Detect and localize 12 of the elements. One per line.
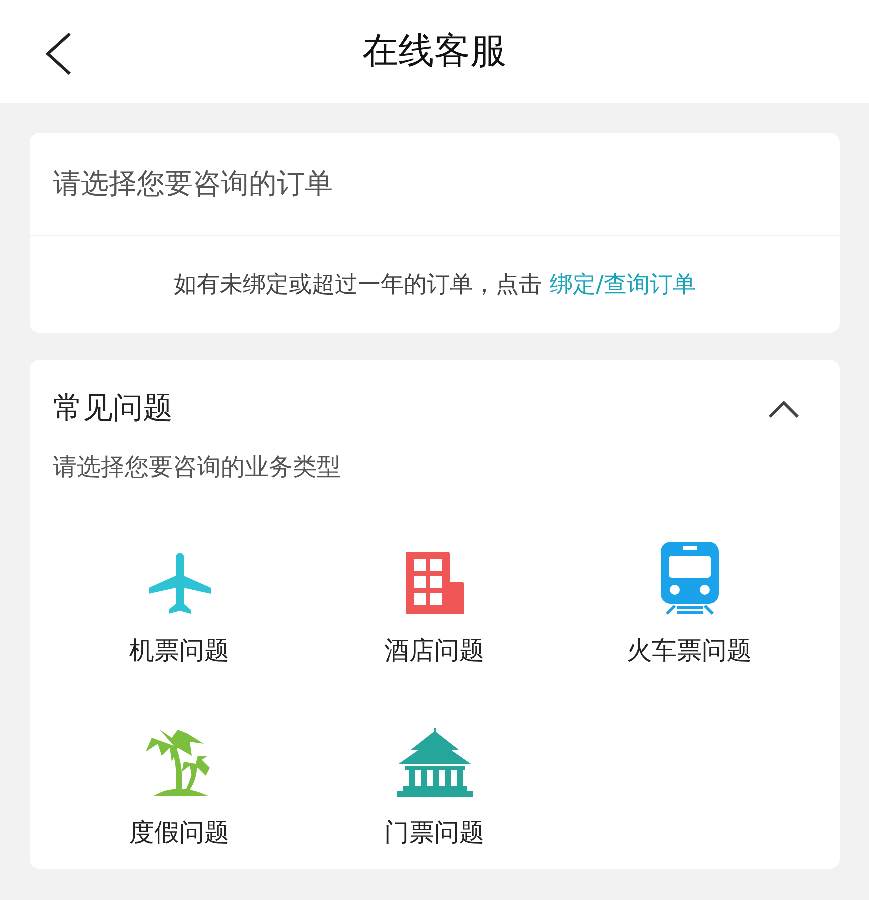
category-button[interactable]: 火车票问题 bbox=[562, 503, 817, 667]
section-subtitle: 请选择您要咨询的业务类型 bbox=[52, 452, 342, 483]
order-note: 如有未绑定或超过一年的订单，点击 bbox=[174, 271, 542, 300]
category-button[interactable]: 机票问题 bbox=[52, 503, 307, 667]
category-button[interactable]: 酒店问题 bbox=[307, 503, 562, 667]
order-select-prompt[interactable]: 请选择您要咨询的订单 bbox=[30, 133, 840, 236]
collapse-icon[interactable] bbox=[768, 398, 800, 418]
category-button[interactable]: 门票问题 bbox=[307, 685, 562, 849]
page-title: 在线客服 bbox=[362, 30, 506, 74]
category-button[interactable]: 度假问题 bbox=[52, 685, 307, 849]
section-title: 常见问题 bbox=[53, 390, 173, 428]
back-icon bbox=[44, 32, 74, 76]
